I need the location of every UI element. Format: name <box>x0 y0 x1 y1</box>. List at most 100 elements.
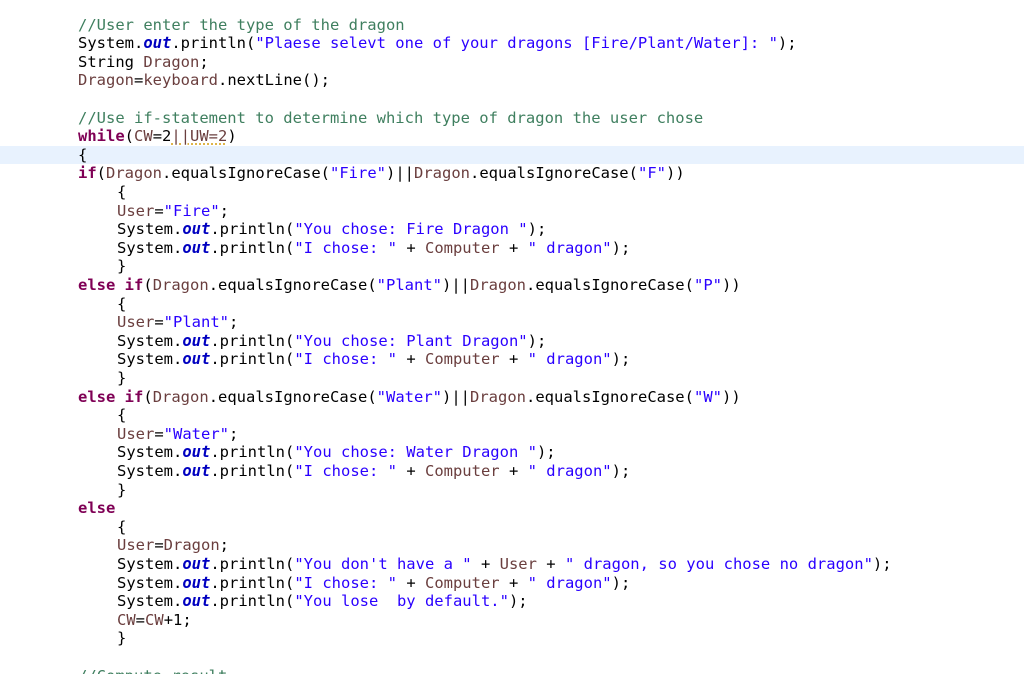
code-token: .println( <box>210 350 295 369</box>
code-line[interactable]: String Dragon; <box>0 53 1024 72</box>
code-line[interactable]: { <box>0 295 1024 314</box>
code-token: ; <box>219 536 230 555</box>
code-line[interactable]: else if(Dragon.equalsIgnoreCase("Plant")… <box>0 276 1024 295</box>
field-token: out <box>182 443 211 462</box>
code-token: .equalsIgnoreCase( <box>526 275 694 294</box>
code-line[interactable]: System.out.println("Plaese selevt one of… <box>0 34 1024 53</box>
string-token: "Plant" <box>163 313 229 332</box>
code-line-text: CW=CW+1; <box>117 611 192 630</box>
code-token: + <box>536 554 565 573</box>
code-line[interactable]: System.out.println("You chose: Fire Drag… <box>0 220 1024 239</box>
code-line[interactable]: System.out.println("I chose: " + Compute… <box>0 574 1024 593</box>
code-line[interactable]: User=Dragon; <box>0 536 1024 555</box>
code-line[interactable]: { <box>0 145 1024 165</box>
code-line-text: //Compute result <box>78 667 227 674</box>
code-line[interactable]: CW=CW+1; <box>0 611 1024 630</box>
code-token: { <box>117 517 127 536</box>
string-token: "I chose: " <box>294 573 397 592</box>
code-line[interactable]: else <box>0 499 1024 518</box>
code-token: ); <box>611 461 631 480</box>
code-token: = <box>135 610 146 629</box>
code-line-text: //User enter the type of the dragon <box>78 16 405 35</box>
field-token: out <box>182 554 211 573</box>
code-line-text: else if(Dragon.equalsIgnoreCase("Plant")… <box>78 276 741 295</box>
code-line[interactable]: System.out.println("You lose by default.… <box>0 592 1024 611</box>
code-line[interactable]: //Use if-statement to determine which ty… <box>0 109 1024 128</box>
code-token: + <box>396 238 425 257</box>
code-line[interactable]: System.out.println("You don't have a " +… <box>0 555 1024 574</box>
code-token: .println( <box>171 34 256 53</box>
code-line-text: System.out.println("You chose: Fire Drag… <box>117 220 546 239</box>
code-token: .equalsIgnoreCase( <box>208 275 377 294</box>
code-token: + <box>499 461 528 480</box>
code-token: System. <box>117 220 183 239</box>
code-token: System. <box>117 238 183 257</box>
code-line[interactable]: System.out.println("I chose: " + Compute… <box>0 239 1024 258</box>
field-token: out <box>182 220 211 239</box>
code-line[interactable]: User="Plant"; <box>0 313 1024 332</box>
code-line[interactable]: while(CW=2||UW=2) <box>0 127 1024 146</box>
string-token: "W" <box>693 387 722 406</box>
string-token: " dragon" <box>527 461 612 480</box>
code-line-text: } <box>117 369 126 388</box>
code-line[interactable]: else if(Dragon.equalsIgnoreCase("Water")… <box>0 388 1024 407</box>
code-line[interactable]: } <box>0 629 1024 648</box>
code-line[interactable]: { <box>0 183 1024 202</box>
code-token: + <box>499 573 528 592</box>
code-token: ; <box>229 313 239 332</box>
code-line-text: { <box>117 406 126 425</box>
code-token: ); <box>611 238 631 257</box>
string-token: "F" <box>637 164 666 183</box>
comment-token: //Use if-statement to determine which ty… <box>78 108 704 127</box>
code-line[interactable]: User="Water"; <box>0 425 1024 444</box>
variable-token: Dragon <box>414 164 470 183</box>
code-token: System. <box>117 443 183 462</box>
code-line[interactable]: //User enter the type of the dragon <box>0 16 1024 35</box>
keyword-token: else <box>78 387 116 406</box>
code-token: = <box>154 201 164 220</box>
code-line[interactable]: } <box>0 369 1024 388</box>
code-line[interactable]: Dragon=keyboard.nextLine(); <box>0 71 1024 90</box>
code-line-text: } <box>117 629 126 648</box>
field-token: out <box>182 461 211 480</box>
code-token: .equalsIgnoreCase( <box>526 387 694 406</box>
code-line[interactable]: //Compute result <box>0 667 1024 674</box>
string-token: "Plaese selevt one of your dragons [Fire… <box>255 34 778 53</box>
code-line[interactable]: System.out.println("You chose: Plant Dra… <box>0 332 1024 351</box>
string-token: "Plant" <box>376 275 442 294</box>
variable-token: Dragon <box>152 387 209 406</box>
code-line[interactable] <box>0 90 1024 109</box>
code-token: System. <box>117 592 183 611</box>
code-token: ) <box>227 127 237 146</box>
code-line[interactable]: System.out.println("I chose: " + Compute… <box>0 350 1024 369</box>
code-line-text: } <box>117 257 126 276</box>
code-token: .println( <box>210 220 295 239</box>
code-line[interactable]: User="Fire"; <box>0 202 1024 221</box>
code-token: )) <box>721 387 741 406</box>
code-token: System. <box>78 34 144 53</box>
code-line[interactable]: System.out.println("I chose: " + Compute… <box>0 462 1024 481</box>
variable-token: Computer <box>424 573 500 592</box>
code-line[interactable]: if(Dragon.equalsIgnoreCase("Fire")||Drag… <box>0 164 1024 183</box>
code-token: )|| <box>442 387 470 406</box>
code-line[interactable]: { <box>0 518 1024 537</box>
string-token: "I chose: " <box>294 461 397 480</box>
code-line[interactable]: } <box>0 481 1024 500</box>
code-token: ; <box>199 52 209 71</box>
code-line[interactable]: } <box>0 257 1024 276</box>
code-line[interactable]: System.out.println("You chose: Water Dra… <box>0 443 1024 462</box>
code-line-text: } <box>117 481 126 500</box>
code-token: String <box>78 52 144 71</box>
code-token: + <box>396 350 425 369</box>
code-line[interactable] <box>0 648 1024 667</box>
code-line-text: Dragon=keyboard.nextLine(); <box>78 71 330 90</box>
code-line-text: //Use if-statement to determine which ty… <box>78 109 703 128</box>
code-token: )|| <box>442 275 470 294</box>
string-token: "Water" <box>376 387 442 406</box>
code-token: + <box>396 573 425 592</box>
code-line[interactable]: { <box>0 406 1024 425</box>
code-line-text: { <box>117 295 126 314</box>
code-editor[interactable]: //User enter the type of the dragon Syste… <box>0 0 1024 674</box>
